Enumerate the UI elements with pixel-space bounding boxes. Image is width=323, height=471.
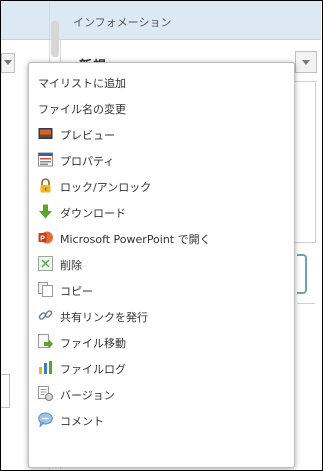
menu-item-download[interactable]: ダウンロード [29, 201, 294, 223]
menu-item-label: ファイル名の変更 [38, 103, 126, 116]
info-select-dropdown[interactable] [295, 51, 317, 73]
copy-icon [38, 282, 53, 297]
menu-item-label: プロパティ [60, 155, 115, 168]
menu-item-label: Microsoft PowerPoint で開く [60, 233, 211, 246]
preview-icon [38, 126, 53, 141]
menu-item-lock-unlock[interactable]: ロック/アンロック [29, 175, 294, 197]
svg-text:P: P [40, 236, 45, 243]
menu-item-label: マイリストに追加 [38, 77, 126, 90]
move-file-icon [38, 334, 53, 349]
left-scrollbar-thumb[interactable] [51, 21, 59, 57]
menu-item-delete[interactable]: 削除 [29, 253, 294, 275]
menu-item-label: 削除 [60, 259, 82, 272]
comment-icon [38, 412, 53, 429]
version-icon [38, 386, 53, 401]
file-log-icon [38, 360, 53, 375]
menu-item-properties[interactable]: プロパティ [29, 149, 294, 171]
menu-item-label: プレビュー [60, 129, 115, 142]
properties-icon [38, 152, 53, 167]
link-icon [38, 308, 53, 323]
info-action-button[interactable] [297, 254, 307, 294]
menu-item-copy[interactable]: コピー [29, 279, 294, 301]
info-divider [297, 303, 315, 304]
left-input-box[interactable] [1, 374, 10, 408]
download-icon [38, 204, 53, 219]
menu-item-preview[interactable]: プレビュー [29, 123, 294, 145]
chevron-down-icon [302, 60, 310, 65]
menu-item-label: ロック/アンロック [60, 181, 152, 194]
info-panel-title: インフォメーション [73, 16, 172, 29]
menu-item-share-link[interactable]: 共有リンクを発行 [29, 305, 294, 327]
lock-icon [38, 178, 53, 193]
menu-item-label: バージョン [60, 389, 115, 402]
menu-item-label: ファイルログ [60, 363, 126, 376]
menu-item-label: コピー [60, 285, 93, 298]
left-dropdown[interactable] [1, 53, 15, 73]
menu-item-open-powerpoint[interactable]: P Microsoft PowerPoint で開く [29, 227, 294, 249]
menu-item-label: ダウンロード [60, 207, 126, 220]
menu-item-rename[interactable]: ファイル名の変更 [29, 97, 294, 119]
menu-item-version[interactable]: バージョン [29, 383, 294, 405]
menu-item-label: コメント [60, 415, 104, 428]
menu-item-file-log[interactable]: ファイルログ [29, 357, 294, 379]
menu-item-move-file[interactable]: ファイル移動 [29, 331, 294, 353]
delete-icon [38, 256, 53, 271]
chevron-down-icon [4, 60, 12, 65]
menu-item-comment[interactable]: コメント [29, 409, 294, 431]
menu-item-label: ファイル移動 [60, 337, 126, 350]
context-menu: マイリストに追加 ファイル名の変更 プレビュー プロパティ ロック/アンロック … [28, 62, 295, 468]
powerpoint-icon: P [38, 230, 53, 245]
menu-item-label: 共有リンクを発行 [60, 311, 148, 324]
menu-item-add-to-mylist[interactable]: マイリストに追加 [29, 71, 294, 93]
info-panel-header: インフォメーション [61, 1, 321, 40]
